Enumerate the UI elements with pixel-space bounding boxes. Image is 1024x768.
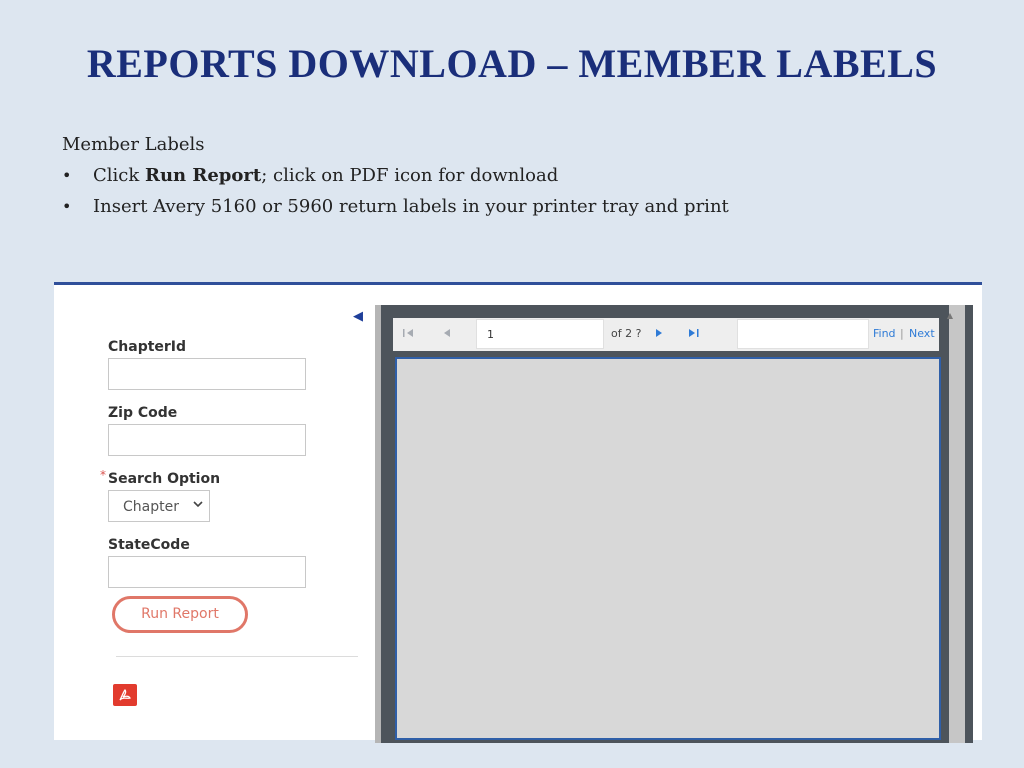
- instructions: Member Labels • Click Run Report; click …: [62, 134, 729, 227]
- bullet-dot: •: [62, 197, 72, 216]
- link-separator: |: [900, 327, 904, 340]
- viewer-gutter: [375, 305, 381, 743]
- search-option-select[interactable]: Chapter: [108, 490, 210, 522]
- bullet-bold: Run Report: [145, 165, 262, 186]
- scrollbar[interactable]: ▲: [947, 305, 965, 743]
- chevron-down-icon: [193, 498, 203, 512]
- search-option-value: Chapter: [123, 499, 179, 515]
- triangle-left-icon[interactable]: ◀: [353, 309, 363, 324]
- scroll-up-icon[interactable]: ▲: [947, 311, 953, 320]
- state-code-label: StateCode: [108, 537, 190, 553]
- state-code-input[interactable]: [108, 556, 306, 588]
- search-option-label: * Search Option: [100, 468, 221, 487]
- find-input[interactable]: [737, 319, 869, 349]
- last-page-icon[interactable]: [688, 328, 700, 341]
- required-star: *: [100, 468, 106, 482]
- page-count: of 2 ?: [611, 327, 642, 340]
- divider: [116, 656, 358, 657]
- next-link[interactable]: Next: [909, 327, 935, 340]
- bullet-dot: •: [62, 166, 72, 185]
- zip-code-input[interactable]: [108, 424, 306, 456]
- bullet-item: • Click Run Report; click on PDF icon fo…: [62, 165, 729, 186]
- report-content-area[interactable]: [395, 357, 941, 740]
- run-report-button[interactable]: Run Report: [112, 596, 248, 633]
- instructions-heading: Member Labels: [62, 134, 205, 155]
- previous-page-icon[interactable]: [443, 328, 451, 341]
- report-viewer: 1 of 2 ? Find | Next ▲: [375, 305, 973, 743]
- viewer-toolbar: 1 of 2 ? Find | Next: [393, 318, 939, 351]
- zip-code-label: Zip Code: [108, 405, 178, 421]
- first-page-icon[interactable]: [403, 328, 415, 341]
- report-screenshot: ◀ ChapterId Zip Code * Search Option Cha…: [54, 282, 982, 743]
- page-number-input[interactable]: 1: [476, 319, 604, 349]
- next-page-icon[interactable]: [655, 328, 663, 341]
- bullet-item: • Insert Avery 5160 or 5960 return label…: [62, 196, 729, 217]
- bullet-text: Click Run Report; click on PDF icon for …: [93, 165, 559, 186]
- pdf-icon[interactable]: [113, 684, 137, 706]
- chapter-id-input[interactable]: [108, 358, 306, 390]
- slide-title: REPORTS DOWNLOAD – MEMBER LABELS: [86, 41, 938, 86]
- find-link[interactable]: Find: [873, 327, 896, 340]
- bullet-text: Insert Avery 5160 or 5960 return labels …: [93, 196, 729, 217]
- chapter-id-label: ChapterId: [108, 339, 187, 355]
